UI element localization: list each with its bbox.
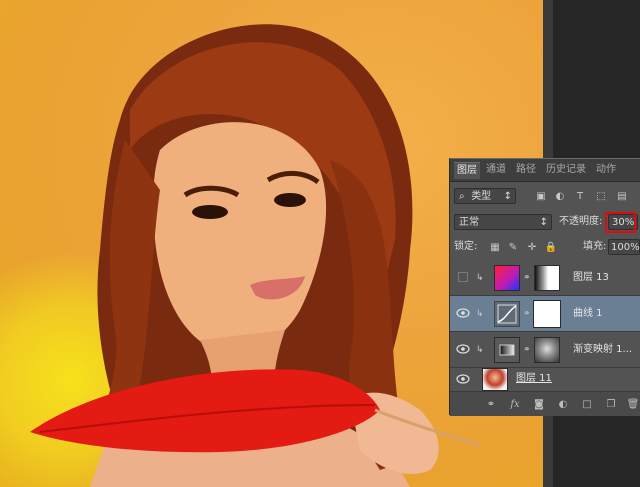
tab-channels[interactable]: 通道 — [486, 162, 506, 178]
layer-mask-thumbnail — [533, 300, 561, 328]
filter-pixel-icon[interactable]: ▣ — [534, 189, 548, 203]
clipping-arrow-icon: ↳ — [476, 345, 484, 355]
panel-tabbar: 图层 通道 路径 历史记录 动作 — [450, 159, 640, 182]
layer-name: 图层 11 — [516, 373, 552, 384]
add-mask-icon[interactable]: ◙ — [532, 397, 546, 411]
lock-label: 锁定: — [454, 241, 478, 252]
chevron-updown-icon: ↕ — [503, 191, 512, 202]
trash-icon[interactable]: 🗑 — [626, 397, 640, 411]
visibility-toggle[interactable] — [458, 272, 468, 282]
opacity-label: 不透明度: — [559, 216, 603, 227]
chain-link-icon: ⚭ — [523, 273, 531, 283]
blend-mode-select[interactable]: 正常 ↕ — [454, 214, 552, 230]
lock-image-icon[interactable]: ✎ — [506, 240, 520, 254]
layer-row[interactable]: ↳ ⚭ 图层 13 — [450, 260, 640, 296]
eye-icon[interactable] — [456, 372, 470, 386]
lock-all-icon[interactable]: 🔒 — [544, 240, 558, 254]
layer-thumbnail — [494, 265, 520, 291]
layer-name: 图层 13 — [573, 272, 609, 283]
tab-actions[interactable]: 动作 — [596, 162, 616, 178]
layer-row[interactable]: ↳ ⚭ 曲线 1 — [450, 296, 640, 332]
new-layer-icon[interactable]: ❐ — [604, 397, 618, 411]
chain-link-icon: ⚭ — [523, 345, 531, 355]
layer-name: 渐变映射 1... — [573, 344, 633, 355]
eye-icon[interactable] — [456, 342, 470, 356]
clipping-arrow-icon: ↳ — [476, 309, 484, 319]
fill-label: 填充: — [583, 241, 607, 252]
opacity-highlight-box — [605, 212, 636, 233]
layer-mask-thumbnail — [534, 337, 560, 363]
tab-paths[interactable]: 路径 — [516, 162, 536, 178]
lock-position-icon[interactable]: ✛ — [525, 240, 539, 254]
layer-mask-thumbnail — [534, 265, 560, 291]
blend-mode-value: 正常 — [459, 217, 479, 228]
gradient-map-adjustment-icon — [494, 337, 520, 363]
link-layers-icon[interactable]: ⚭ — [484, 397, 498, 411]
layer-name: 曲线 1 — [573, 308, 603, 319]
tab-history[interactable]: 历史记录 — [546, 162, 586, 178]
search-icon: ⌕ — [459, 191, 465, 202]
filter-adjustment-icon[interactable]: ◐ — [553, 189, 567, 203]
panel-bottom-bar: ⚭ fx ◙ ◐ □ ❐ 🗑 — [450, 391, 640, 416]
chain-link-icon: ⚭ — [523, 309, 531, 319]
filter-shape-icon[interactable]: ⬚ — [594, 189, 608, 203]
layer-thumbnail — [482, 368, 508, 391]
layers-panel: 图层 通道 路径 历史记录 动作 ⌕ 类型 ↕ ▣ ◐ T ⬚ ▤ 正常 ↕ 不… — [449, 158, 640, 416]
layer-filter-select[interactable]: ⌕ 类型 ↕ — [454, 188, 516, 204]
fx-icon[interactable]: fx — [508, 397, 522, 411]
layer-row[interactable]: 图层 11 — [450, 368, 640, 391]
eye-icon[interactable] — [456, 306, 470, 320]
fill-input[interactable]: 100% — [608, 239, 640, 255]
new-group-icon[interactable]: □ — [580, 397, 594, 411]
filter-kind-label: 类型 — [471, 191, 492, 202]
adjustment-layer-icon[interactable]: ◐ — [556, 397, 570, 411]
layer-row[interactable]: ↳ ⚭ 渐变映射 1... — [450, 332, 640, 368]
clipping-arrow-icon: ↳ — [476, 273, 484, 283]
chevron-updown-icon: ↕ — [539, 217, 548, 228]
curves-adjustment-icon — [494, 301, 520, 327]
lock-transparent-icon[interactable]: ▦ — [488, 240, 502, 254]
filter-text-icon[interactable]: T — [573, 189, 587, 203]
tab-layers[interactable]: 图层 — [454, 162, 480, 179]
filter-smart-object-icon[interactable]: ▤ — [615, 189, 629, 203]
